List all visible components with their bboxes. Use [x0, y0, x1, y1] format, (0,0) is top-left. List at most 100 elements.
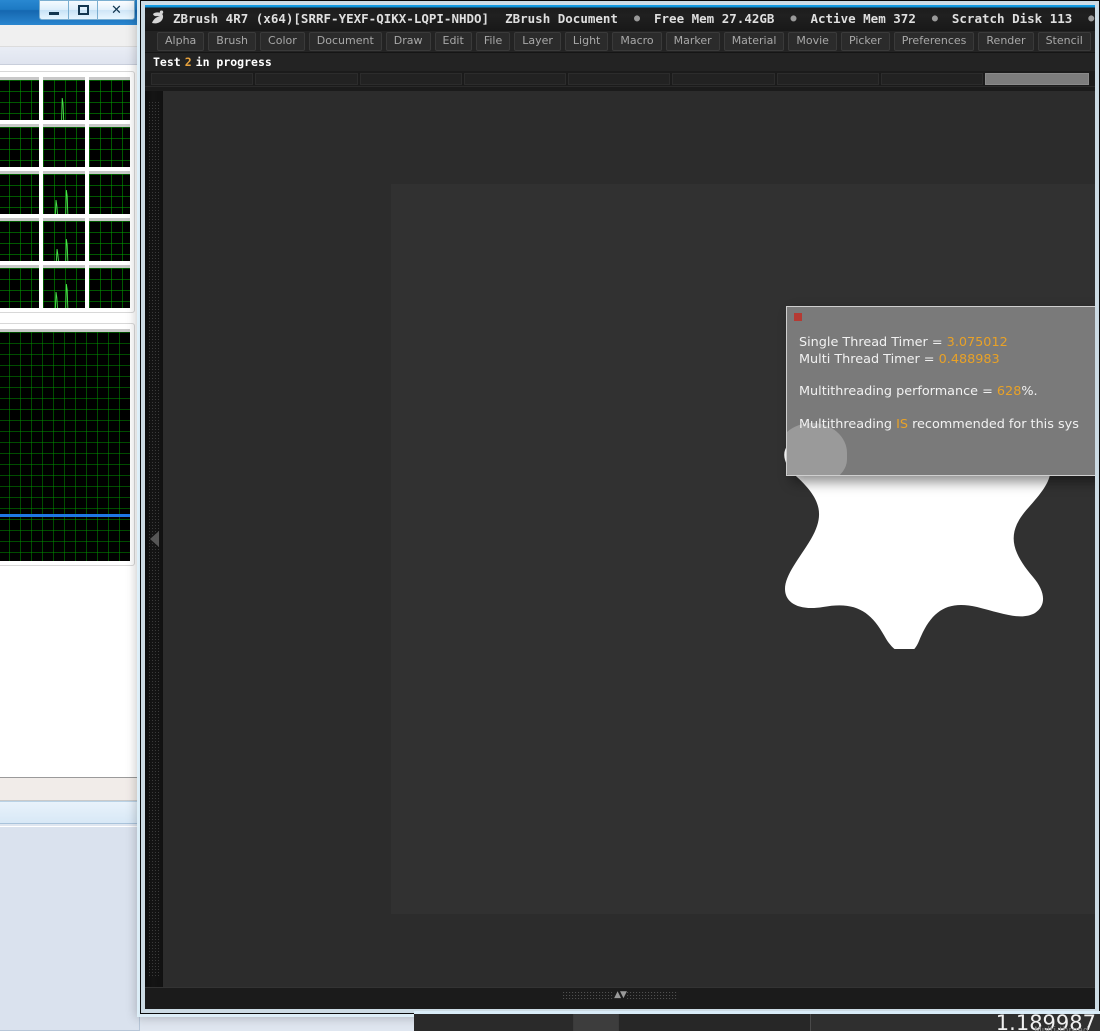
cpu-usage-trace [55, 283, 69, 308]
memory-usage-history-group [0, 323, 135, 566]
menu-item-edit[interactable]: Edit [434, 32, 472, 51]
cpu-graph-gridlines [0, 127, 40, 167]
shelf-slot-4[interactable] [568, 72, 671, 85]
menu-item-draw[interactable]: Draw [385, 32, 431, 51]
cpu-graph-9 [0, 218, 40, 261]
cpu-graph-gridlines [0, 221, 40, 261]
cpu-graph-3 [0, 124, 40, 167]
dialog-spacer-1 [799, 368, 1095, 384]
cpu-graph-10 [43, 218, 85, 261]
menu-item-marker[interactable]: Marker [665, 32, 720, 51]
cpu-graph-13 [43, 265, 85, 308]
menu-item-alpha[interactable]: Alpha [157, 32, 205, 51]
multi-thread-timer-line: Multi Thread Timer = 0.488983 [799, 351, 1000, 367]
title-separator-dot-4: ● [1088, 12, 1095, 24]
cpu-graph-11 [88, 218, 130, 261]
multithreading-recommendation-line: Multithreading IS recommended for this s… [799, 416, 1079, 432]
cpu-usage-history-group [0, 71, 135, 313]
menu-item-stencil[interactable]: Stencil [1037, 32, 1091, 51]
dialog-text: Single Thread Timer = 3.075012 Multi Thr… [799, 335, 1095, 433]
menu-item-light[interactable]: Light [564, 32, 609, 51]
zbrush-status-line: Test 2 in progress [145, 53, 1095, 71]
maximize-icon [77, 5, 89, 15]
cpu-graph-0 [0, 77, 40, 120]
close-button[interactable]: ✕ [97, 0, 135, 20]
task-manager-menubar[interactable] [0, 25, 139, 47]
shelf-slot-2[interactable] [359, 72, 462, 85]
dialog-close-dot-icon[interactable] [794, 313, 802, 321]
cpu-graph-7 [43, 171, 85, 214]
title-separator-dot-3: ● [931, 12, 938, 24]
cpu-graph-5 [88, 124, 130, 167]
cpu-graph-1 [43, 77, 85, 120]
bottom-cell-b[interactable] [574, 1014, 618, 1031]
recommendation-emphasis: IS [896, 416, 908, 432]
cpu-usage-trace [55, 189, 69, 214]
title-separator-dot-1: ● [633, 12, 640, 24]
zbrush-window: ZBrush 4R7 (x64)[SRRF-YEXF-QIKX-LQPI-NHD… [140, 0, 1100, 1014]
cpu-graph-gridlines [88, 127, 130, 167]
maximize-button[interactable] [68, 0, 98, 20]
menu-item-picker[interactable]: Picker [840, 32, 890, 51]
bottom-value-label: Multi-thread [1034, 1026, 1089, 1031]
zbrush-logo-icon [149, 8, 167, 28]
menu-item-file[interactable]: File [475, 32, 511, 51]
multithreading-performance-line: Multithreading performance = 628%. [799, 384, 1038, 399]
menu-item-document[interactable]: Document [308, 32, 382, 51]
background-window-secondary [0, 826, 140, 1031]
memory-graph-grid [0, 332, 130, 561]
menu-item-render[interactable]: Render [978, 32, 1034, 51]
zbrush-left-tray[interactable] [145, 91, 163, 987]
minimize-icon [49, 11, 59, 15]
cpu-graph-14 [88, 265, 130, 308]
shelf-slot-5[interactable] [672, 72, 775, 85]
scroll-hatch-right [625, 991, 678, 1000]
shelf-slot-1[interactable] [255, 72, 358, 85]
shelf-slot-7[interactable] [880, 72, 983, 85]
status-number: 2 [184, 55, 192, 69]
menu-item-macro[interactable]: Macro [612, 32, 662, 51]
task-manager-tabstrip[interactable] [0, 47, 139, 65]
cpu-graph-gridlines [88, 174, 130, 214]
cpu-graph-gridlines [0, 80, 40, 120]
tray-collapse-arrow-icon[interactable] [149, 531, 159, 547]
menu-item-layer[interactable]: Layer [514, 32, 561, 51]
multithreading-result-dialog[interactable]: Single Thread Timer = 3.075012 Multi Thr… [786, 306, 1095, 476]
dialog-spacer-2 [799, 401, 1095, 417]
menu-item-material[interactable]: Material [723, 32, 785, 51]
shelf-slot-8[interactable] [985, 72, 1089, 85]
bottom-cell-c [618, 1014, 810, 1031]
scroll-updown-icon[interactable]: ▲▼ [614, 991, 627, 1000]
zbrush-main-area: Single Thread Timer = 3.075012 Multi Thr… [145, 91, 1095, 987]
task-manager-titlebar[interactable]: ✕ [0, 0, 139, 25]
zbrush-document-title: ZBrush Document [505, 10, 618, 26]
memory-graph [0, 329, 130, 561]
shelf-slot-0[interactable] [151, 72, 254, 85]
zbrush-app-title: ZBrush 4R7 (x64)[SRRF-YEXF-QIKX-LQPI-NHD… [173, 10, 490, 26]
bottom-cell-a [414, 1014, 574, 1031]
canvas-scroll-handle[interactable]: ▲▼ [562, 991, 678, 1000]
memory-usage-line [0, 514, 130, 517]
menu-item-brush[interactable]: Brush [208, 32, 257, 51]
menu-item-preferences[interactable]: Preferences [893, 32, 975, 51]
single-thread-timer-line: Single Thread Timer = 3.075012 [799, 335, 1008, 350]
menu-item-color[interactable]: Color [260, 32, 305, 51]
cpu-graph-gridlines [0, 268, 40, 308]
cpu-graph-gridlines [43, 127, 85, 167]
cpu-graph-gridlines [88, 221, 130, 261]
shelf-slot-6[interactable] [776, 72, 879, 85]
zbrush-bottom-bar[interactable]: ▲▼ [145, 987, 1095, 1009]
cpu-graph-grid [0, 77, 130, 308]
minimize-button[interactable] [39, 0, 69, 20]
zbrush-canvas[interactable] [391, 184, 1095, 914]
task-manager-footer [0, 801, 139, 823]
window-controls: ✕ [39, 0, 135, 20]
zbrush-titlebar[interactable]: ZBrush 4R7 (x64)[SRRF-YEXF-QIKX-LQPI-NHD… [145, 5, 1095, 31]
cpu-graph-gridlines [88, 80, 130, 120]
performance-value: 628 [996, 384, 1022, 399]
menu-item-movie[interactable]: Movie [788, 32, 837, 51]
cpu-graph-4 [43, 124, 85, 167]
status-prefix: Test [153, 55, 181, 69]
shelf-slot-3[interactable] [463, 72, 566, 85]
task-manager-blank-area [0, 576, 135, 761]
